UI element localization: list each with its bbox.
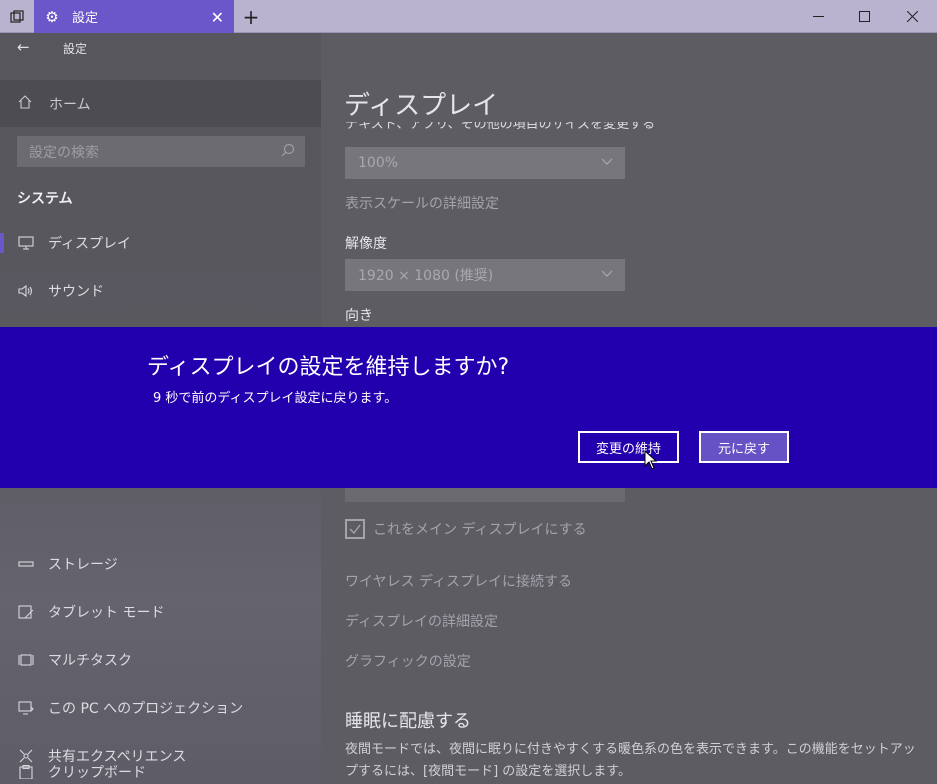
minimize-button[interactable]	[795, 0, 841, 33]
maximize-button[interactable]	[841, 0, 887, 33]
projection-icon	[17, 699, 35, 717]
sidebar-item-label: マルチタスク	[48, 653, 132, 669]
keep-changes-button[interactable]: 変更の維持	[578, 431, 679, 463]
sidebar-item-clipboard[interactable]: クリップボード	[0, 749, 321, 784]
search-input[interactable]: 設定の検索	[17, 136, 305, 167]
resolution-label: 解像度	[345, 236, 387, 252]
chevron-down-icon	[601, 267, 613, 282]
search-icon	[281, 143, 295, 161]
page-title: ディスプレイ	[344, 91, 499, 121]
orientation-label: 向き	[345, 308, 373, 324]
sidebar-item-tablet-mode[interactable]: タブレット モード	[0, 589, 321, 635]
section-heading: システム	[17, 191, 73, 207]
storage-icon	[17, 555, 35, 573]
scale-value: 100%	[358, 155, 399, 171]
tablet-icon	[17, 603, 35, 621]
sidebar-title: 設定	[63, 42, 88, 56]
speaker-icon	[17, 282, 35, 300]
sidebar-item-label: クリップボード	[48, 765, 146, 781]
title-bar: ⚙ 設定 ✕ +	[0, 0, 937, 33]
clipboard-icon	[17, 763, 35, 781]
dialog-message: 9 秒で前のディスプレイ設定に戻ります。	[153, 391, 398, 406]
dialog-title: ディスプレイの設定を維持しますか?	[147, 355, 510, 380]
new-tab-button[interactable]: +	[240, 5, 262, 29]
resolution-value: 1920 × 1080 (推奨)	[358, 268, 494, 284]
sidebar-item-label: この PC へのプロジェクション	[48, 701, 244, 717]
sidebar-item-label: ストレージ	[48, 557, 118, 573]
sidebar-item-label: ディスプレイ	[48, 236, 132, 252]
resolution-dropdown[interactable]: 1920 × 1080 (推奨)	[345, 259, 625, 291]
scale-dropdown[interactable]: 100%	[345, 147, 625, 179]
chevron-down-icon	[601, 155, 613, 170]
close-window-button[interactable]	[889, 0, 935, 33]
gear-icon: ⚙	[45, 7, 59, 26]
sidebar-item-label: ホーム	[49, 96, 91, 113]
tab-title: 設定	[72, 11, 99, 26]
graphics-settings-link[interactable]: グラフィックの設定	[345, 651, 471, 671]
sidebar-item-multitasking[interactable]: マルチタスク	[0, 637, 321, 683]
revert-button[interactable]: 元に戻す	[699, 431, 789, 463]
mouse-cursor-icon	[644, 450, 658, 470]
scale-label: テキスト、アプリ、その他の項目のサイズを変更する	[345, 122, 656, 132]
scale-advanced-link[interactable]: 表示スケールの詳細設定	[345, 193, 499, 213]
sidebar-item-home[interactable]: ホーム	[0, 80, 321, 127]
keep-display-settings-dialog: ディスプレイの設定を維持しますか? 9 秒で前のディスプレイ設定に戻ります。 変…	[0, 327, 937, 488]
close-tab-icon[interactable]: ✕	[211, 8, 224, 27]
sleep-heading: 睡眠に配慮する	[345, 711, 471, 732]
multitask-icon	[17, 651, 35, 669]
advanced-display-link[interactable]: ディスプレイの詳細設定	[345, 611, 498, 631]
tab-settings[interactable]: ⚙ 設定 ✕	[34, 0, 234, 33]
wireless-display-link[interactable]: ワイヤレス ディスプレイに接続する	[345, 571, 572, 591]
main-display-checkbox[interactable]: これをメイン ディスプレイにする	[345, 519, 587, 539]
sidebar-item-label: タブレット モード	[48, 605, 165, 621]
sidebar-item-sound[interactable]: サウンド	[0, 268, 321, 314]
monitor-icon	[17, 234, 35, 252]
sidebar-item-display[interactable]: ディスプレイ	[0, 220, 321, 266]
back-arrow-icon[interactable]: ←	[17, 38, 30, 56]
tab-switcher-icon[interactable]	[0, 0, 34, 33]
sleep-description: 夜間モードでは、夜間に眠りに付きやすくする暖色系の色を表示できます。この機能をセ…	[345, 742, 916, 779]
sidebar-item-projection[interactable]: この PC へのプロジェクション	[0, 685, 321, 731]
search-placeholder: 設定の検索	[29, 144, 99, 161]
sidebar-item-storage[interactable]: ストレージ	[0, 541, 321, 587]
multiple-displays-dropdown[interactable]	[345, 488, 625, 502]
checkbox-label: これをメイン ディスプレイにする	[373, 522, 587, 538]
checkmark-icon	[345, 519, 365, 539]
home-icon	[18, 94, 34, 113]
sidebar-item-label: サウンド	[48, 284, 104, 300]
